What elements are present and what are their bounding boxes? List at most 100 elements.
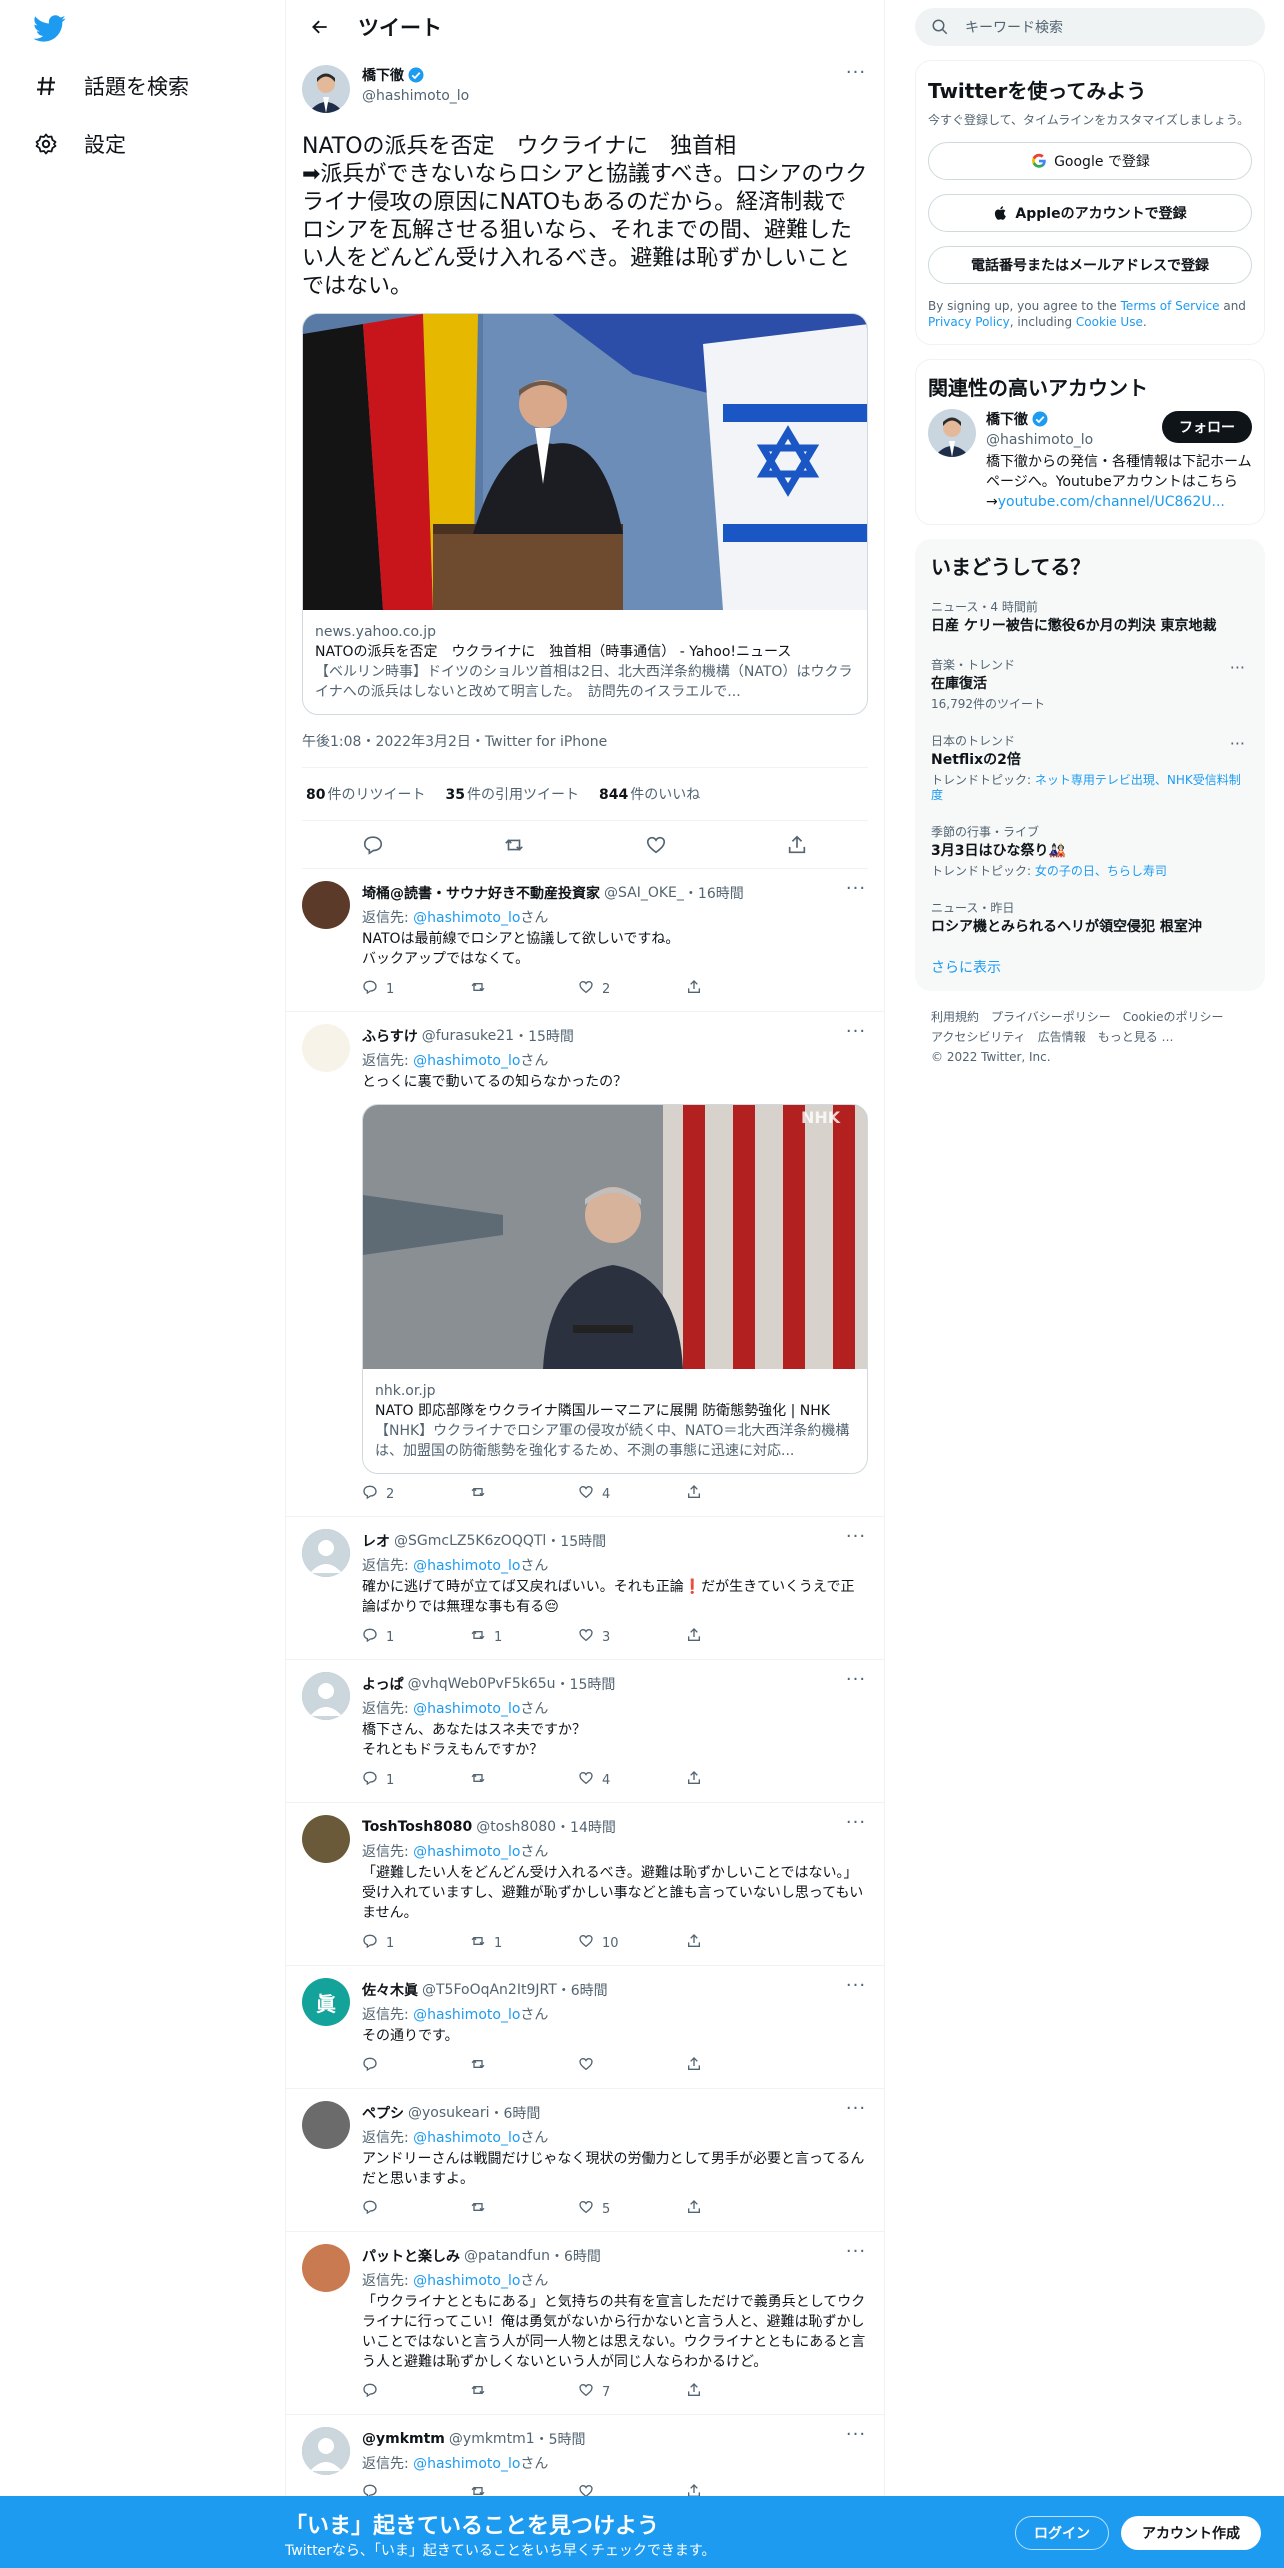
retweet-button[interactable] [470,2199,578,2219]
reply-time[interactable]: ・15時間 [546,1531,606,1551]
reply-tweet[interactable]: よっぱ @vhqWeb0PvF5k65u ・15時間 ··· 返信先: @has… [286,1660,884,1803]
avatar[interactable] [302,65,350,113]
reply-author-handle[interactable]: @furasuke21 [422,1028,514,1044]
reply-tweet[interactable]: 眞 佐々木眞 @T5FoOqAn2It9JRT ・6時間 ··· 返信先: @h… [286,1966,884,2089]
reply-author-name[interactable]: パットと楽しみ [362,2246,460,2266]
reply-time[interactable]: ・6時間 [557,1980,608,2000]
retweet-icon[interactable] [497,828,531,862]
reply-tweet[interactable]: ペプシ @yosukeari ・6時間 ··· 返信先: @hashimoto_… [286,2089,884,2232]
reply-author-name[interactable]: ふらすけ [362,1026,418,1046]
reply-to-link[interactable]: @hashimoto_lo [413,1053,520,1069]
more-options-icon[interactable]: ··· [844,64,868,89]
trend-item[interactable]: ニュース・4 時間前 日産 ケリー被告に懲役6か月の判決 東京地裁 [931,588,1249,646]
google-signup-button[interactable]: Google で登録 [928,142,1252,180]
reply-author-name[interactable]: ToshTosh8080 [362,1819,472,1835]
twitter-logo-icon[interactable] [32,12,66,46]
footer-link[interactable]: Cookieのポリシー [1123,1007,1224,1027]
reply-author-name[interactable]: @ymkmtm [362,2431,445,2447]
retweet-button[interactable] [470,2382,578,2402]
more-options-icon[interactable]: ··· [844,1671,868,1696]
reply-button[interactable]: 1 [362,1933,470,1953]
share-button[interactable] [686,1627,794,1647]
phone-email-signup-button[interactable]: 電話番号またはメールアドレスで登録 [928,246,1252,284]
reply-author-handle[interactable]: @tosh8080 [476,1819,556,1835]
like-button[interactable]: 7 [578,2382,686,2402]
reply-button[interactable] [362,2199,470,2219]
tweet-timestamp[interactable]: 午後1:08・2022年3月2日・Twitter for iPhone [302,715,868,768]
share-button[interactable] [686,2056,794,2076]
avatar[interactable] [302,881,350,929]
trend-item[interactable]: 日本のトレンド Netflixの2倍 トレンドトピック: ネット専用テレビ出現、N… [931,722,1249,813]
login-button[interactable]: ログイン [1015,2516,1109,2550]
reply-tweet[interactable]: ふらすけ @furasuke21 ・15時間 ··· 返信先: @hashimo… [286,1012,884,1517]
more-options-icon[interactable]: ··· [844,880,868,905]
like-button[interactable]: 10 [578,1933,686,1953]
more-options-icon[interactable]: ··· [844,2426,868,2451]
reply-button[interactable] [362,2382,470,2402]
back-arrow-icon[interactable] [302,9,338,45]
like-button[interactable]: 5 [578,2199,686,2219]
link-card[interactable]: NHK nhk.or.jp NATO 即応部隊をウクライナ隣国ルーマニアに展開 … [362,1104,868,1474]
reply-time[interactable]: ・15時間 [514,1026,574,1046]
reply-time[interactable]: ・5時間 [535,2429,586,2449]
footer-link[interactable]: 広告情報 [1038,1027,1086,1047]
signup-button[interactable]: アカウント作成 [1121,2516,1261,2550]
link-card[interactable]: news.yahoo.co.jp NATOの派兵を否定 ウクライナに 独首相（時… [302,313,868,715]
trend-topic-link[interactable]: 女の子の日、ちらし寿司 [1035,864,1167,878]
bio-link[interactable]: youtube.com/channel/UC862U... [998,494,1225,510]
retweet-button[interactable] [470,1770,578,1790]
more-options-icon[interactable]: ··· [1230,658,1245,677]
reply-button[interactable] [362,2056,470,2076]
like-button[interactable]: 3 [578,1627,686,1647]
reply-time[interactable]: ・14時間 [556,1817,616,1837]
like-count-link[interactable]: 844 件のいいね [599,784,700,804]
reply-time[interactable]: ・15時間 [556,1674,616,1694]
avatar[interactable] [302,2427,350,2475]
reply-to-link[interactable]: @hashimoto_lo [413,910,520,926]
trend-item[interactable]: ニュース・昨日 ロシア機とみられるヘリが領空侵犯 根室沖 [931,889,1249,947]
reply-to-link[interactable]: @hashimoto_lo [413,2273,520,2289]
avatar[interactable] [302,2244,350,2292]
footer-link[interactable]: プライバシーポリシー [991,1007,1111,1027]
reply-author-name[interactable]: ペプシ [362,2103,404,2123]
footer-link[interactable]: もっと見る … [1098,1027,1174,1047]
like-button[interactable]: 2 [578,979,686,999]
avatar[interactable] [302,2101,350,2149]
retweet-button[interactable] [470,1484,578,1504]
reply-author-name[interactable]: レオ [362,1531,390,1551]
reply-author-name[interactable]: 埼桶@読書・サウナ好き不動産投資家 [362,883,600,903]
reply-author-handle[interactable]: @ymkmtm1 [449,2431,535,2447]
more-options-icon[interactable]: ··· [844,1528,868,1553]
reply-time[interactable]: ・16時間 [684,883,744,903]
share-button[interactable] [686,1933,794,1953]
reply-author-handle[interactable]: @vhqWeb0PvF5k65u [408,1676,556,1692]
reply-author-name[interactable]: 佐々木眞 [362,1980,418,2000]
reply-to-link[interactable]: @hashimoto_lo [413,2007,520,2023]
show-more-link[interactable]: さらに表示 [931,947,1249,977]
share-button[interactable] [686,979,794,999]
more-options-icon[interactable]: ··· [844,2243,868,2268]
related-name[interactable]: 橋下徹 [986,409,1028,429]
like-button[interactable]: 4 [578,1484,686,1504]
avatar[interactable]: 眞 [302,1978,350,2026]
trend-item[interactable]: 季節の行事・ライブ 3月3日はひな祭り🎎 トレンドトピック: 女の子の日、ちらし寿… [931,813,1249,889]
nav-settings[interactable]: 設定 [32,120,126,168]
avatar[interactable] [302,1024,350,1072]
more-options-icon[interactable]: ··· [1230,734,1245,753]
reply-author-handle[interactable]: @yosukeari [408,2105,489,2121]
reply-time[interactable]: ・6時間 [550,2246,601,2266]
cookie-link[interactable]: Cookie Use [1076,315,1143,329]
apple-signup-button[interactable]: Appleのアカウントで登録 [928,194,1252,232]
reply-author-handle[interactable]: @SAI_OKE_ [604,885,684,901]
reply-to-link[interactable]: @hashimoto_lo [413,1558,520,1574]
avatar[interactable] [928,409,976,457]
reply-icon[interactable] [356,828,390,862]
retweet-button[interactable] [470,979,578,999]
retweet-count-link[interactable]: 80 件のリツイート [306,784,425,804]
reply-author-handle[interactable]: @SGmcLZ5K6zOQQTl [394,1533,546,1549]
related-account[interactable]: 橋下徹 @hashimoto_lo フォロー 橋下徹からの発信・各種情報は下記ホ… [928,409,1252,512]
like-button[interactable] [578,2056,686,2076]
search-input[interactable]: キーワード検索 [915,8,1265,46]
reply-to-link[interactable]: @hashimoto_lo [413,2456,520,2472]
share-button[interactable] [686,2382,794,2402]
